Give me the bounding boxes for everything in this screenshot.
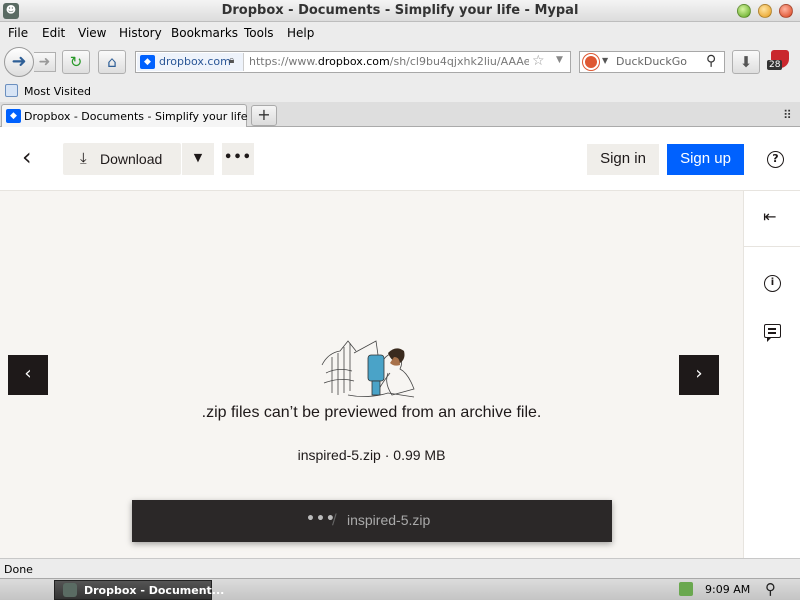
- home-icon: ⌂: [107, 53, 117, 71]
- search-engine-dropdown-icon[interactable]: ▼: [602, 56, 608, 65]
- taskbar-window-button[interactable]: Dropbox - Document...: [54, 580, 224, 600]
- maximize-button[interactable]: [758, 4, 772, 18]
- menu-view[interactable]: View: [78, 26, 106, 40]
- site-identity[interactable]: ◆ dropbox.com 🔒︎: [137, 53, 244, 71]
- plus-icon: +: [257, 105, 271, 124]
- dropbox-page: ‹ ⤓ Download ▼ ••• Sign in Sign up ? ⇤ i…: [0, 127, 800, 558]
- url-prefix: https://www.: [249, 55, 318, 68]
- taskbar-window-label: Dropbox - Document...: [84, 584, 225, 597]
- tab-strip: ◆ Dropbox - Documents - Simplify your li…: [0, 102, 800, 127]
- path-filename: inspired-5.zip: [347, 512, 431, 528]
- right-sidebar-rail: ⇤ i: [743, 191, 800, 558]
- url-bar[interactable]: ◆ dropbox.com 🔒︎ https://www.dropbox.com…: [135, 51, 571, 73]
- tab-label: Dropbox - Documents - Simplify your life: [24, 110, 248, 123]
- menu-bookmarks[interactable]: Bookmarks: [171, 26, 238, 40]
- url-history-dropdown-icon[interactable]: ▼: [556, 55, 563, 65]
- bookmark-star-icon[interactable]: ☆: [532, 53, 545, 69]
- forward-button[interactable]: ➜: [34, 52, 56, 72]
- arrow-left-icon: ➜: [11, 51, 27, 72]
- minimize-button[interactable]: [737, 4, 751, 18]
- url-host: dropbox.com: [317, 55, 390, 68]
- next-file-button[interactable]: ›: [679, 355, 719, 395]
- bookmarks-toolbar: Most Visited: [0, 80, 800, 102]
- download-arrow-icon: ⬇: [739, 53, 753, 71]
- lock-icon: 🔒︎: [229, 55, 235, 66]
- sign-up-button[interactable]: Sign up: [667, 144, 744, 175]
- download-button[interactable]: ⤓ Download: [63, 143, 181, 175]
- identity-domain: dropbox.com: [159, 55, 231, 68]
- menu-edit[interactable]: Edit: [42, 26, 65, 40]
- url-text[interactable]: https://www.dropbox.com/sh/cl9bu4qjxhk2l…: [249, 55, 529, 68]
- menu-help[interactable]: Help: [287, 26, 314, 40]
- navigation-toolbar: ➜ ➜ ↻ ⌂ ◆ dropbox.com 🔒︎ https://www.dro…: [0, 44, 800, 80]
- tab-dropbox[interactable]: ◆ Dropbox - Documents - Simplify your li…: [1, 104, 248, 127]
- addon-badge-count: 28: [767, 60, 783, 70]
- addon-button[interactable]: 28: [767, 50, 793, 74]
- file-meta: inspired-5.zip · 0.99 MB: [297, 447, 446, 463]
- menu-tools[interactable]: Tools: [244, 26, 274, 40]
- chevron-left-icon: ‹: [24, 363, 32, 384]
- info-icon[interactable]: i: [764, 275, 781, 292]
- dropbox-header: ‹ ⤓ Download ▼ ••• Sign in Sign up ?: [0, 127, 800, 191]
- status-text: Done: [4, 563, 33, 576]
- downloads-button[interactable]: ⬇: [732, 50, 760, 74]
- comment-icon[interactable]: [764, 324, 781, 342]
- help-icon[interactable]: ?: [767, 151, 784, 168]
- search-input[interactable]: DuckDuckGo: [616, 55, 687, 68]
- window-titlebar: ☻ Dropbox - Documents - Simplify your li…: [0, 0, 800, 22]
- bookmark-most-visited[interactable]: Most Visited: [24, 85, 91, 98]
- download-icon: ⤓: [80, 149, 87, 167]
- search-bar[interactable]: ▼ DuckDuckGo ⚲: [579, 51, 725, 73]
- menu-bar: File Edit View History Bookmarks Tools H…: [0, 22, 800, 44]
- chevron-down-icon: ▼: [193, 151, 203, 164]
- viewer-illustration: [321, 340, 415, 398]
- new-tab-button[interactable]: +: [251, 105, 277, 126]
- download-options-button[interactable]: ▼: [182, 143, 214, 175]
- dropbox-favicon-icon: ◆: [140, 55, 155, 69]
- file-path-bar: ••• / inspired-5.zip: [132, 500, 612, 542]
- close-window-button[interactable]: [779, 4, 793, 18]
- back-chevron-icon[interactable]: ‹: [22, 145, 32, 169]
- back-button[interactable]: ➜: [4, 47, 34, 77]
- most-visited-icon: [5, 84, 18, 97]
- status-bar: Done: [0, 558, 800, 578]
- sign-in-button[interactable]: Sign in: [587, 144, 659, 175]
- reload-button[interactable]: ↻: [62, 50, 90, 74]
- tray-network-icon[interactable]: [679, 582, 693, 596]
- download-label: Download: [100, 151, 163, 167]
- rail-divider: [744, 246, 800, 247]
- menu-file[interactable]: File: [8, 26, 28, 40]
- search-icon[interactable]: ⚲: [706, 53, 716, 69]
- window-title: Dropbox - Documents - Simplify your life…: [221, 3, 579, 18]
- tab-list-icon[interactable]: ⠿: [783, 108, 792, 122]
- dropbox-favicon-icon: ◆: [6, 109, 21, 123]
- collapse-sidebar-icon[interactable]: ⇤: [763, 207, 776, 226]
- home-button[interactable]: ⌂: [98, 50, 126, 74]
- arrow-right-icon: ➜: [38, 54, 51, 70]
- url-path: /sh/cl9bu4qjxhk2liu/AAAem: [389, 55, 529, 68]
- path-separator: /: [332, 512, 337, 528]
- taskbar-clock[interactable]: 9:09 AM: [705, 583, 750, 596]
- search-icon[interactable]: ⚲: [765, 580, 776, 598]
- duckduckgo-icon[interactable]: [583, 54, 599, 70]
- more-actions-button[interactable]: •••: [222, 143, 254, 175]
- reload-icon: ↻: [69, 53, 83, 71]
- taskbar: Dropbox - Document... 9:09 AM ⚲: [0, 578, 800, 600]
- ellipsis-icon: •••: [224, 150, 252, 165]
- preview-unavailable-message: .zip files can’t be previewed from an ar…: [201, 404, 542, 421]
- mypal-app-icon: [63, 583, 77, 597]
- previous-file-button[interactable]: ‹: [8, 355, 48, 395]
- menu-history[interactable]: History: [119, 26, 162, 40]
- chevron-right-icon: ›: [695, 363, 703, 384]
